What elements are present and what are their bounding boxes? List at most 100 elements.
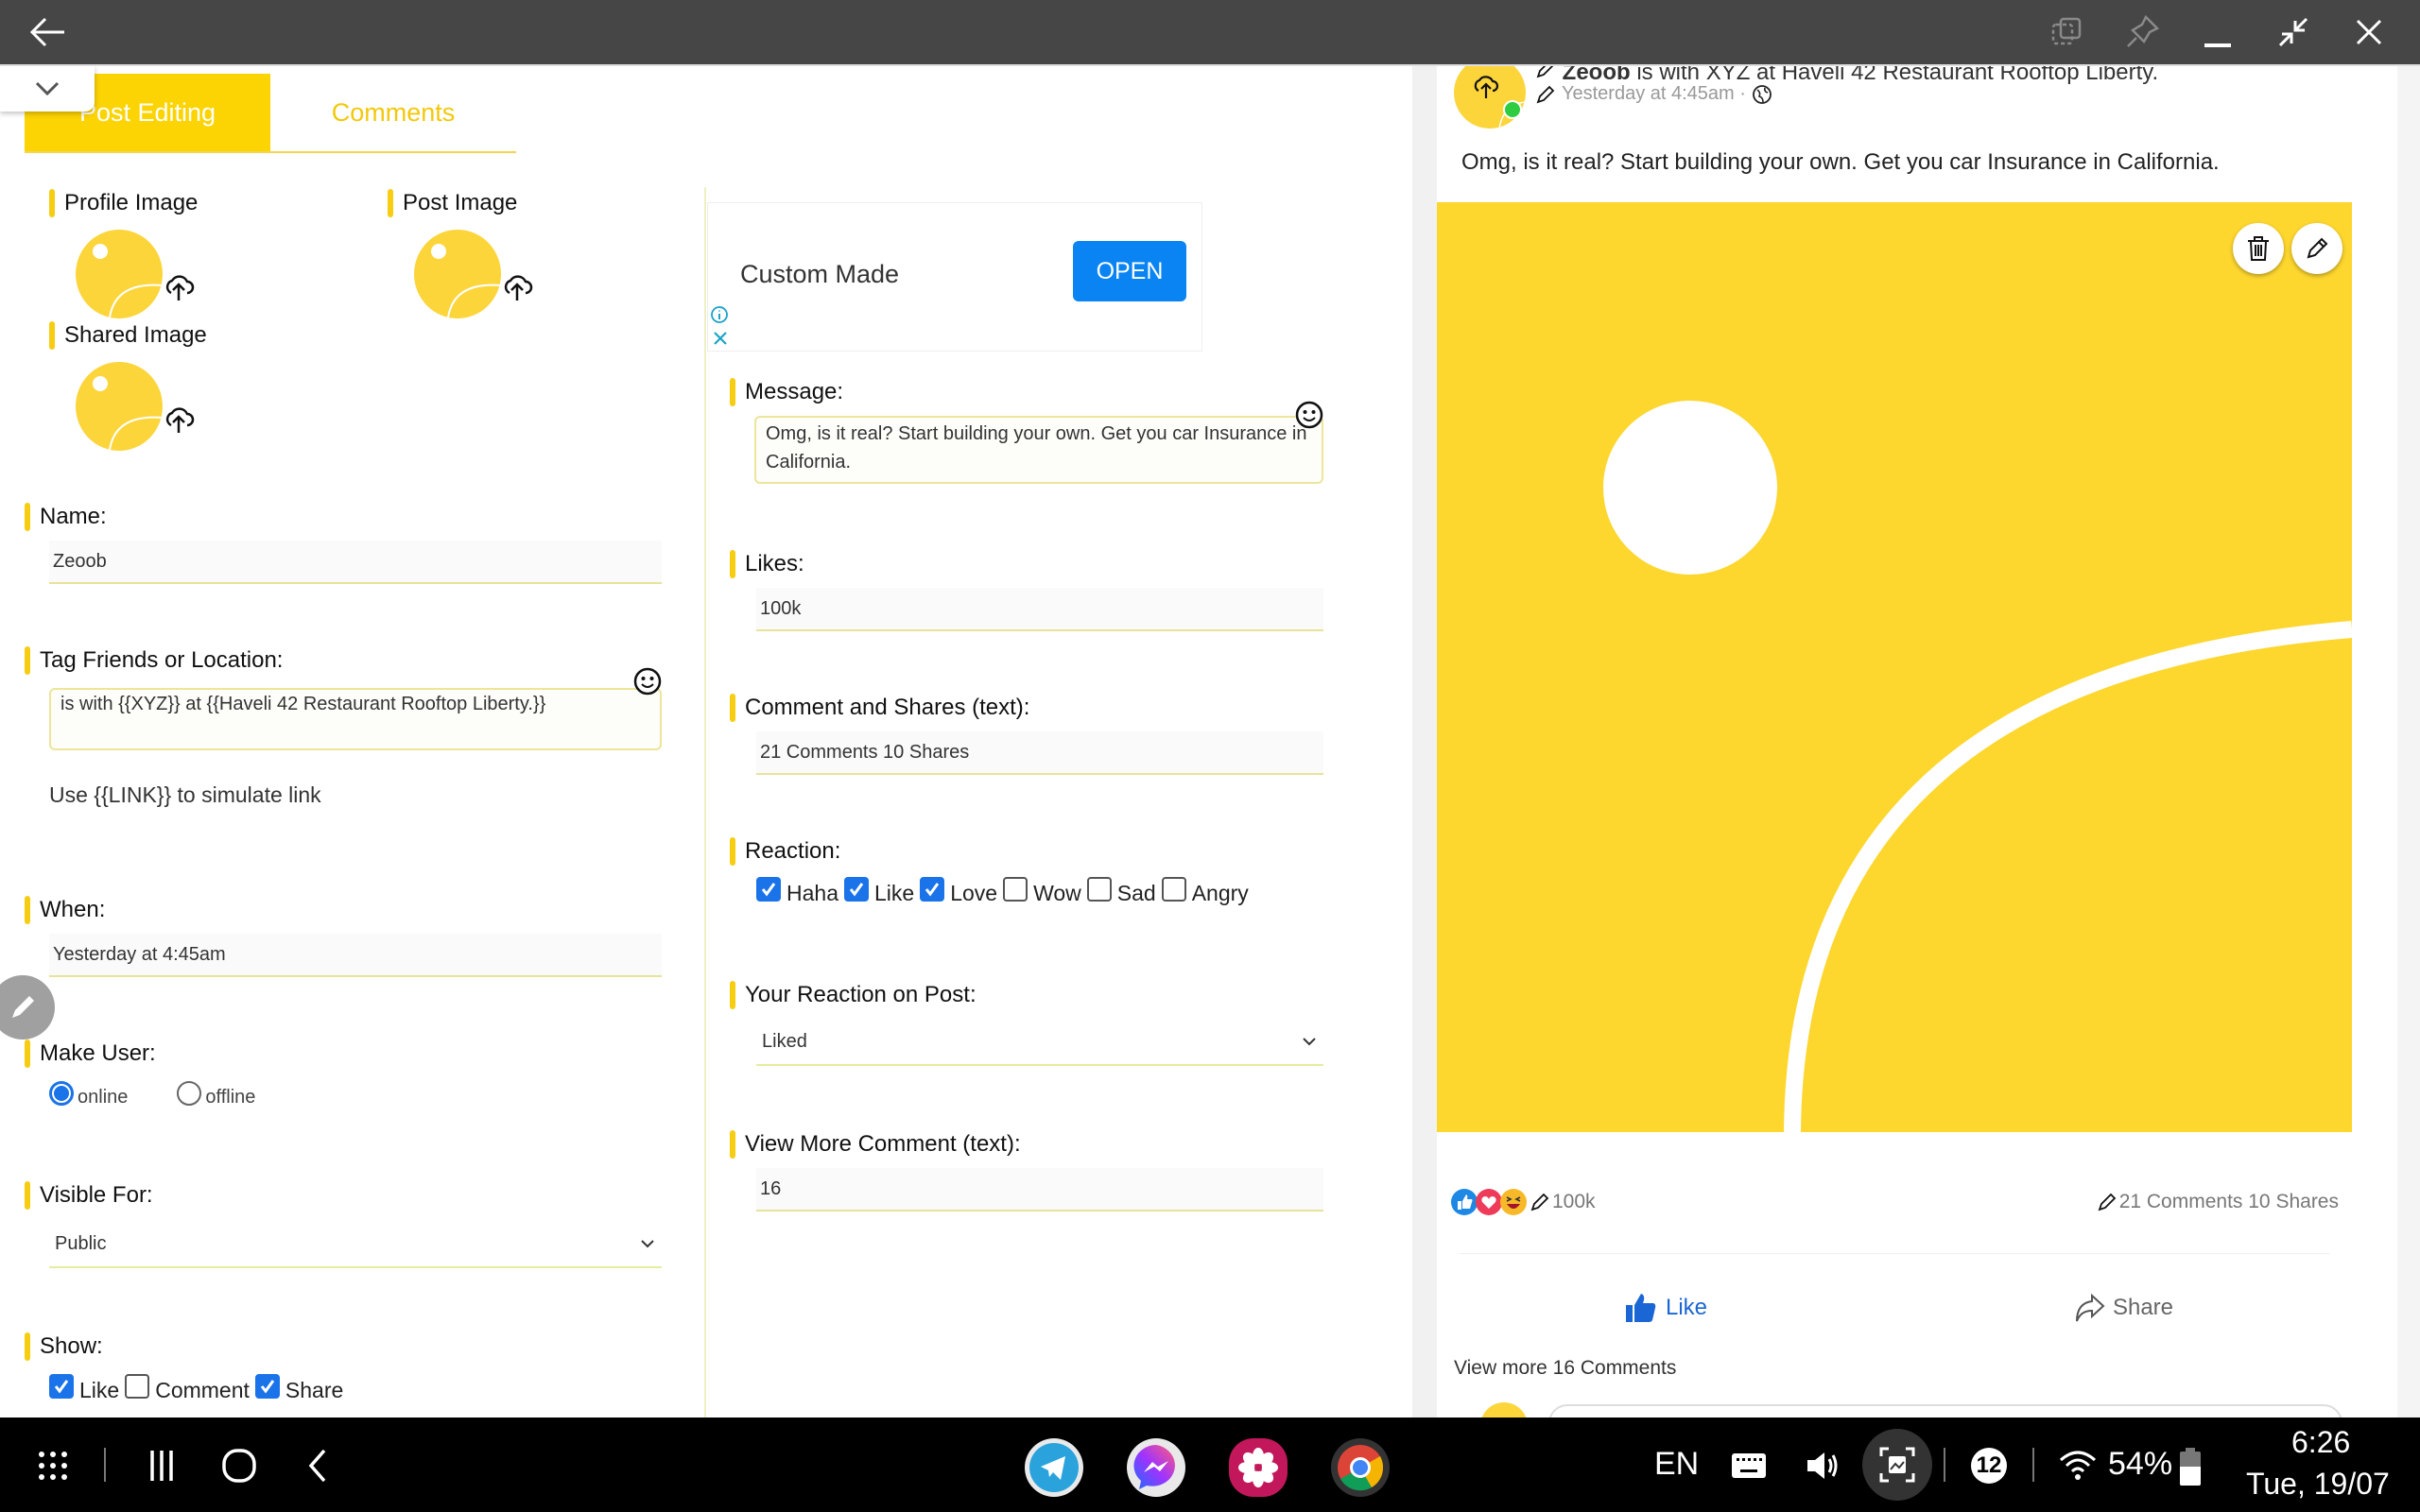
name-label: Name:: [25, 503, 107, 531]
likes-label: Likes:: [730, 550, 804, 578]
notifications-button[interactable]: 12: [1970, 1442, 2008, 1489]
multi-window-button[interactable]: [2048, 13, 2085, 51]
back-button[interactable]: [26, 13, 68, 51]
screenshot-button[interactable]: [1862, 1429, 1932, 1501]
floating-edit-button[interactable]: [0, 975, 55, 1040]
show-comment-checkbox[interactable]: [125, 1373, 150, 1399]
comments-shares-summary[interactable]: 21 Comments 10 Shares: [2097, 1191, 2339, 1213]
comment-input[interactable]: [1548, 1404, 2342, 1418]
pin-button[interactable]: [2123, 13, 2161, 51]
online-status-dot: [1503, 100, 1522, 119]
info-icon: [711, 306, 728, 323]
dock-telegram[interactable]: [1025, 1438, 1083, 1497]
taskbar-separator: [1944, 1448, 1945, 1482]
view-more-comments-link[interactable]: View more 16 Comments: [1454, 1357, 1676, 1380]
shared-image-thumbnail[interactable]: [74, 361, 164, 452]
tag-friends-label: Tag Friends or Location:: [25, 646, 283, 675]
reaction-sad-label: Sad: [1116, 881, 1156, 905]
view-more-input[interactable]: 16: [756, 1168, 1323, 1211]
image-placeholder-icon: [76, 230, 164, 318]
ad-open-button[interactable]: OPEN: [1073, 241, 1186, 301]
tag-friends-textarea[interactable]: is with {{XYZ}} at {{Haveli 42 Restauran…: [49, 688, 662, 750]
pencil-icon: [12, 996, 34, 1018]
notification-count-badge: 12: [1971, 1448, 2007, 1484]
tag-emoji-button[interactable]: [633, 667, 662, 696]
delete-image-button[interactable]: [2233, 223, 2284, 274]
show-like-checkbox[interactable]: [49, 1373, 74, 1399]
message-emoji-button[interactable]: [1295, 401, 1323, 429]
dock-flower-app[interactable]: [1229, 1438, 1288, 1497]
restore-button[interactable]: [2274, 13, 2312, 51]
when-input[interactable]: Yesterday at 4:45am: [49, 934, 662, 977]
image-placeholder-icon: [76, 362, 164, 451]
show-label: Show:: [25, 1332, 103, 1361]
clock-date: Tue, 19/07: [2246, 1467, 2390, 1501]
profile-upload-button[interactable]: [163, 270, 195, 302]
post-image-thumbnail[interactable]: [412, 229, 503, 319]
offline-radio[interactable]: [177, 1080, 202, 1106]
ad-banner[interactable]: Custom Made OPEN: [707, 202, 1202, 352]
edit-image-button[interactable]: [2291, 223, 2342, 274]
online-radio[interactable]: [49, 1080, 74, 1106]
preview-like-button[interactable]: Like: [1437, 1280, 1894, 1336]
reaction-haha-checkbox[interactable]: [756, 876, 781, 902]
preview-divider: [1460, 1253, 2329, 1254]
keyboard-button[interactable]: [1730, 1442, 1768, 1489]
preview-action-bar: Like Share: [1437, 1280, 2352, 1336]
message-textarea[interactable]: Omg, is it real? Start building your own…: [754, 416, 1323, 484]
your-reaction-select[interactable]: Liked: [756, 1019, 1323, 1066]
minimize-button[interactable]: [2199, 13, 2237, 51]
tab-comments[interactable]: Comments: [270, 74, 516, 151]
preview-scrollbar-track[interactable]: [2397, 66, 2420, 1418]
system-taskbar: EN 12 54% 6:26 Tue, 19/07: [0, 1418, 2420, 1512]
preview-avatar[interactable]: [1454, 66, 1526, 129]
reaction-angry-checkbox[interactable]: [1161, 876, 1186, 902]
online-radio-label: online: [78, 1087, 129, 1108]
preview-comments-shares: 21 Comments 10 Shares: [2118, 1191, 2339, 1212]
collapse-panel-button[interactable]: [0, 66, 95, 112]
pencil-icon: [2307, 237, 2328, 259]
language-indicator[interactable]: EN: [1654, 1446, 1699, 1483]
reaction-wow-checkbox[interactable]: [1003, 876, 1028, 902]
show-share-checkbox[interactable]: [254, 1373, 280, 1399]
close-button[interactable]: [2350, 13, 2388, 51]
reaction-sad-checkbox[interactable]: [1086, 876, 1112, 902]
chevron-down-icon: [641, 1240, 654, 1248]
cloud-upload-icon: [165, 407, 195, 433]
home-button[interactable]: [217, 1442, 261, 1489]
recents-button[interactable]: [140, 1442, 183, 1489]
likes-input[interactable]: 100k: [756, 588, 1323, 631]
dock-messenger[interactable]: [1127, 1438, 1185, 1497]
name-input[interactable]: Zeoob: [49, 541, 662, 584]
reaction-summary[interactable]: 100k: [1450, 1188, 1596, 1216]
recents-icon: [150, 1451, 173, 1481]
comment-shares-input[interactable]: 21 Comments 10 Shares: [756, 731, 1323, 775]
ad-title: Custom Made: [740, 260, 900, 288]
preview-like-label: Like: [1665, 1295, 1708, 1320]
checkmark-icon: [925, 882, 940, 896]
reaction-love-checkbox[interactable]: [920, 876, 945, 902]
wifi-status[interactable]: [2057, 1442, 2099, 1489]
your-reaction-label: Your Reaction on Post:: [730, 981, 977, 1009]
panel-scrollbar-track[interactable]: [1412, 66, 1437, 1418]
ad-close-button[interactable]: [712, 330, 729, 347]
volume-button[interactable]: [1804, 1442, 1841, 1489]
app-drawer-button[interactable]: [32, 1442, 74, 1489]
close-icon: [714, 332, 727, 345]
reaction-like-checkbox[interactable]: [843, 876, 869, 902]
image-placeholder-icon: [1603, 401, 2352, 1132]
preview-post-image[interactable]: [1437, 202, 2352, 1132]
visible-for-select[interactable]: Public: [49, 1221, 662, 1268]
multi-window-icon: [2051, 17, 2082, 45]
preview-share-button[interactable]: Share: [1894, 1280, 2352, 1336]
post-upload-button[interactable]: [501, 270, 533, 302]
shared-upload-button[interactable]: [163, 403, 195, 435]
profile-image-thumbnail[interactable]: [74, 229, 164, 319]
nav-back-button[interactable]: [299, 1442, 337, 1489]
ad-info-button[interactable]: [710, 305, 729, 324]
preview-share-label: Share: [2112, 1295, 2174, 1320]
preview-stats-row: 100k 21 Comments 10 Shares: [1450, 1183, 2358, 1221]
dock-chrome[interactable]: [1331, 1438, 1390, 1497]
close-icon: [2356, 19, 2382, 45]
make-user-radio-group: online offline: [49, 1080, 261, 1108]
